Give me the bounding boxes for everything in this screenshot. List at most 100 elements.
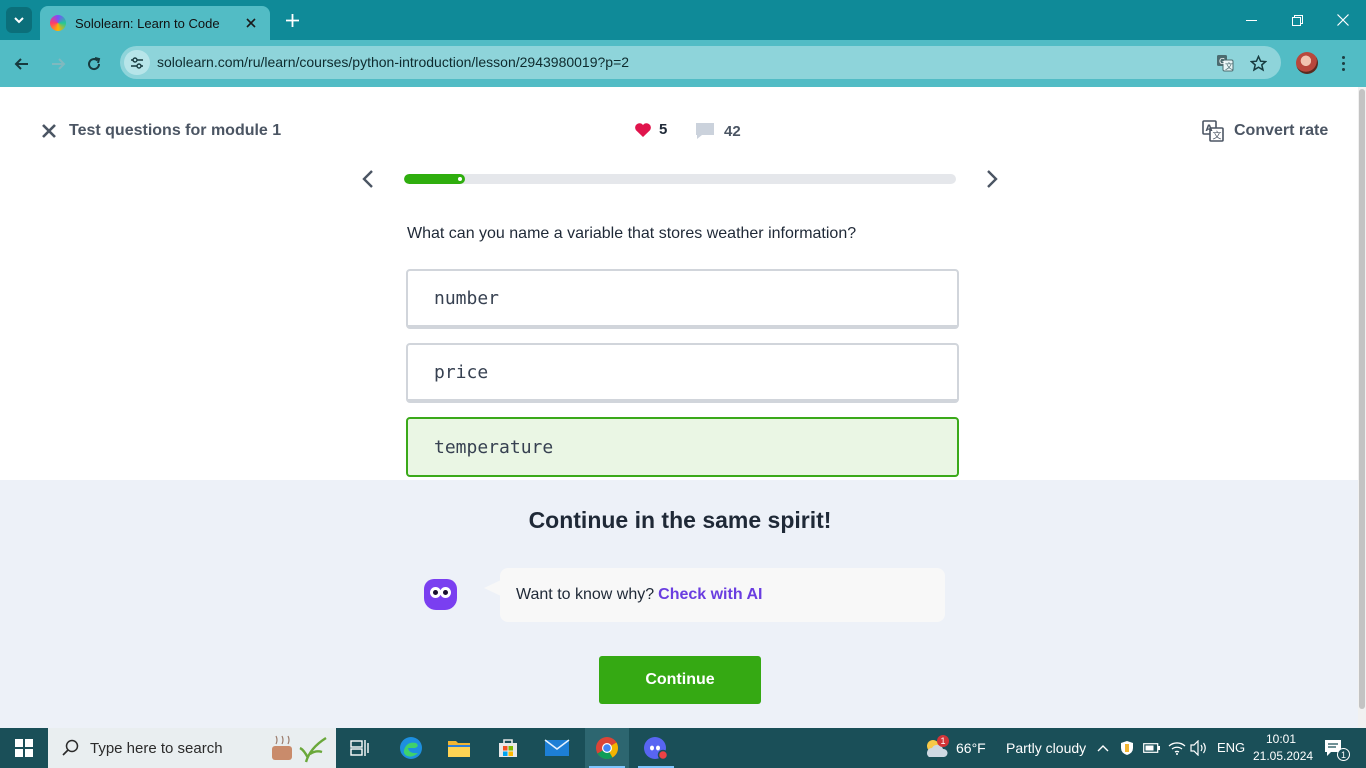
progress-dot: [455, 175, 464, 183]
close-icon: [1337, 14, 1349, 26]
comment-icon: [696, 123, 714, 139]
search-placeholder: Type here to search: [90, 739, 223, 757]
close-icon: [42, 124, 56, 138]
profile-avatar[interactable]: [1296, 52, 1318, 74]
battery-button[interactable]: [1141, 728, 1163, 768]
microsoft-store-button[interactable]: [487, 728, 529, 768]
svg-text:文: 文: [1225, 61, 1233, 71]
convert-rate-button[interactable]: A文 Convert rate: [1202, 120, 1328, 142]
tab-search-button[interactable]: [6, 7, 32, 33]
next-question-button[interactable]: [980, 167, 1004, 191]
url-text: sololearn.com/ru/learn/courses/python-in…: [157, 54, 630, 70]
restore-icon: [1291, 14, 1303, 26]
arrow-right-icon: [52, 58, 66, 70]
svg-text:文: 文: [1213, 130, 1222, 142]
shield-icon: [1121, 741, 1133, 755]
answer-option[interactable]: number: [406, 269, 959, 329]
page-scrollbar[interactable]: [1358, 87, 1366, 728]
task-view-button[interactable]: [340, 728, 380, 768]
discord-icon: [644, 737, 669, 760]
chevron-up-icon: [1097, 745, 1109, 752]
comments-button[interactable]: 42: [694, 121, 741, 141]
task-view-icon: [350, 740, 369, 756]
tab-title: Sololearn: Learn to Code: [75, 15, 220, 31]
volume-button[interactable]: [1188, 728, 1210, 768]
chevron-left-icon: [362, 170, 373, 188]
answer-option-correct[interactable]: temperature: [406, 417, 959, 477]
feedback-panel: Continue in the same spirit! Want to kno…: [0, 480, 1358, 728]
taskbar-search-box[interactable]: Type here to search: [48, 728, 336, 768]
minimize-button[interactable]: [1228, 0, 1274, 40]
battery-icon: [1143, 743, 1160, 753]
edge-app-button[interactable]: [390, 728, 432, 768]
hearts-counter: 5: [634, 121, 667, 138]
site-info-button[interactable]: [124, 50, 150, 75]
reload-button[interactable]: [80, 50, 108, 78]
ai-prompt-text: Want to know why?: [516, 586, 655, 603]
check-with-ai-link[interactable]: Check with AI: [658, 586, 762, 604]
hearts-count: 5: [659, 121, 668, 138]
translate-button[interactable]: G文: [1214, 52, 1236, 74]
browser-tab-active[interactable]: Sololearn: Learn to Code: [40, 6, 270, 40]
input-language[interactable]: ENG: [1217, 740, 1245, 755]
start-button[interactable]: [0, 728, 48, 768]
new-tab-button[interactable]: [281, 9, 303, 31]
lesson-title: Test questions for module 1: [69, 122, 282, 139]
answer-option[interactable]: price: [406, 343, 959, 403]
close-lesson-button[interactable]: [38, 120, 60, 142]
arrow-left-icon: [14, 58, 28, 70]
back-button[interactable]: [8, 50, 36, 78]
lesson-page: Test questions for module 1 5 42 A文 Conv…: [0, 87, 1358, 728]
folder-icon: [448, 741, 470, 757]
search-icon: [62, 739, 79, 756]
weather-description[interactable]: Partly cloudy: [1006, 740, 1086, 756]
window-close-button[interactable]: [1320, 0, 1366, 40]
weather-temperature[interactable]: 66°F: [956, 740, 986, 756]
speaker-icon: [1190, 740, 1206, 756]
file-explorer-button[interactable]: [438, 728, 480, 768]
shield-tray-button[interactable]: [1117, 728, 1137, 768]
discord-app-button[interactable]: [634, 728, 678, 768]
clock-time[interactable]: 10:01: [1266, 732, 1296, 746]
notifications-button[interactable]: 1: [1318, 728, 1350, 768]
browser-toolbar: sololearn.com/ru/learn/courses/python-in…: [0, 40, 1366, 87]
mail-icon: [544, 739, 570, 756]
convert-rate-label: Convert rate: [1234, 122, 1329, 139]
show-hidden-icons-button[interactable]: [1094, 728, 1112, 768]
feedback-title: Continue in the same spirit!: [528, 507, 832, 533]
close-icon: [246, 18, 256, 28]
windows-logo-icon: [15, 739, 33, 757]
lesson-progress-bar: [404, 174, 956, 184]
weather-badge: 1: [937, 735, 949, 747]
sololearn-favicon-icon: [50, 15, 66, 31]
chevron-right-icon: [987, 170, 998, 188]
chrome-app-button[interactable]: [585, 728, 629, 768]
tea-cup-decoration-icon: [272, 735, 327, 763]
weather-widget-icon-button[interactable]: 1: [922, 728, 952, 768]
lesson-progress-fill: [404, 174, 465, 184]
ai-eye-right: [440, 587, 451, 598]
address-bar[interactable]: sololearn.com/ru/learn/courses/python-in…: [120, 46, 1281, 79]
store-icon: [499, 739, 517, 757]
clock-date[interactable]: 21.05.2024: [1253, 749, 1313, 763]
minimize-icon: [1245, 19, 1257, 21]
bookmark-button[interactable]: [1247, 52, 1269, 74]
mail-app-button[interactable]: [536, 728, 578, 768]
question-text: What can you name a variable that stores…: [407, 225, 857, 242]
forward-button[interactable]: [44, 50, 72, 78]
wifi-icon: [1168, 742, 1186, 755]
browser-menu-button[interactable]: [1333, 52, 1353, 74]
plus-icon: [285, 13, 299, 27]
restore-button[interactable]: [1274, 0, 1320, 40]
previous-question-button[interactable]: [356, 167, 380, 191]
ai-speech-bubble: Want to know why? Check with AI: [500, 568, 945, 622]
continue-button[interactable]: Continue: [599, 656, 761, 704]
ai-assistant-avatar: [424, 579, 457, 610]
chrome-icon: [596, 737, 618, 759]
translate-icon: A文: [1202, 120, 1224, 142]
svg-text:A: A: [1206, 124, 1213, 134]
network-button[interactable]: [1166, 728, 1188, 768]
tab-close-button[interactable]: [242, 14, 260, 32]
scrollbar-thumb[interactable]: [1359, 89, 1365, 709]
heart-icon: [635, 122, 651, 137]
